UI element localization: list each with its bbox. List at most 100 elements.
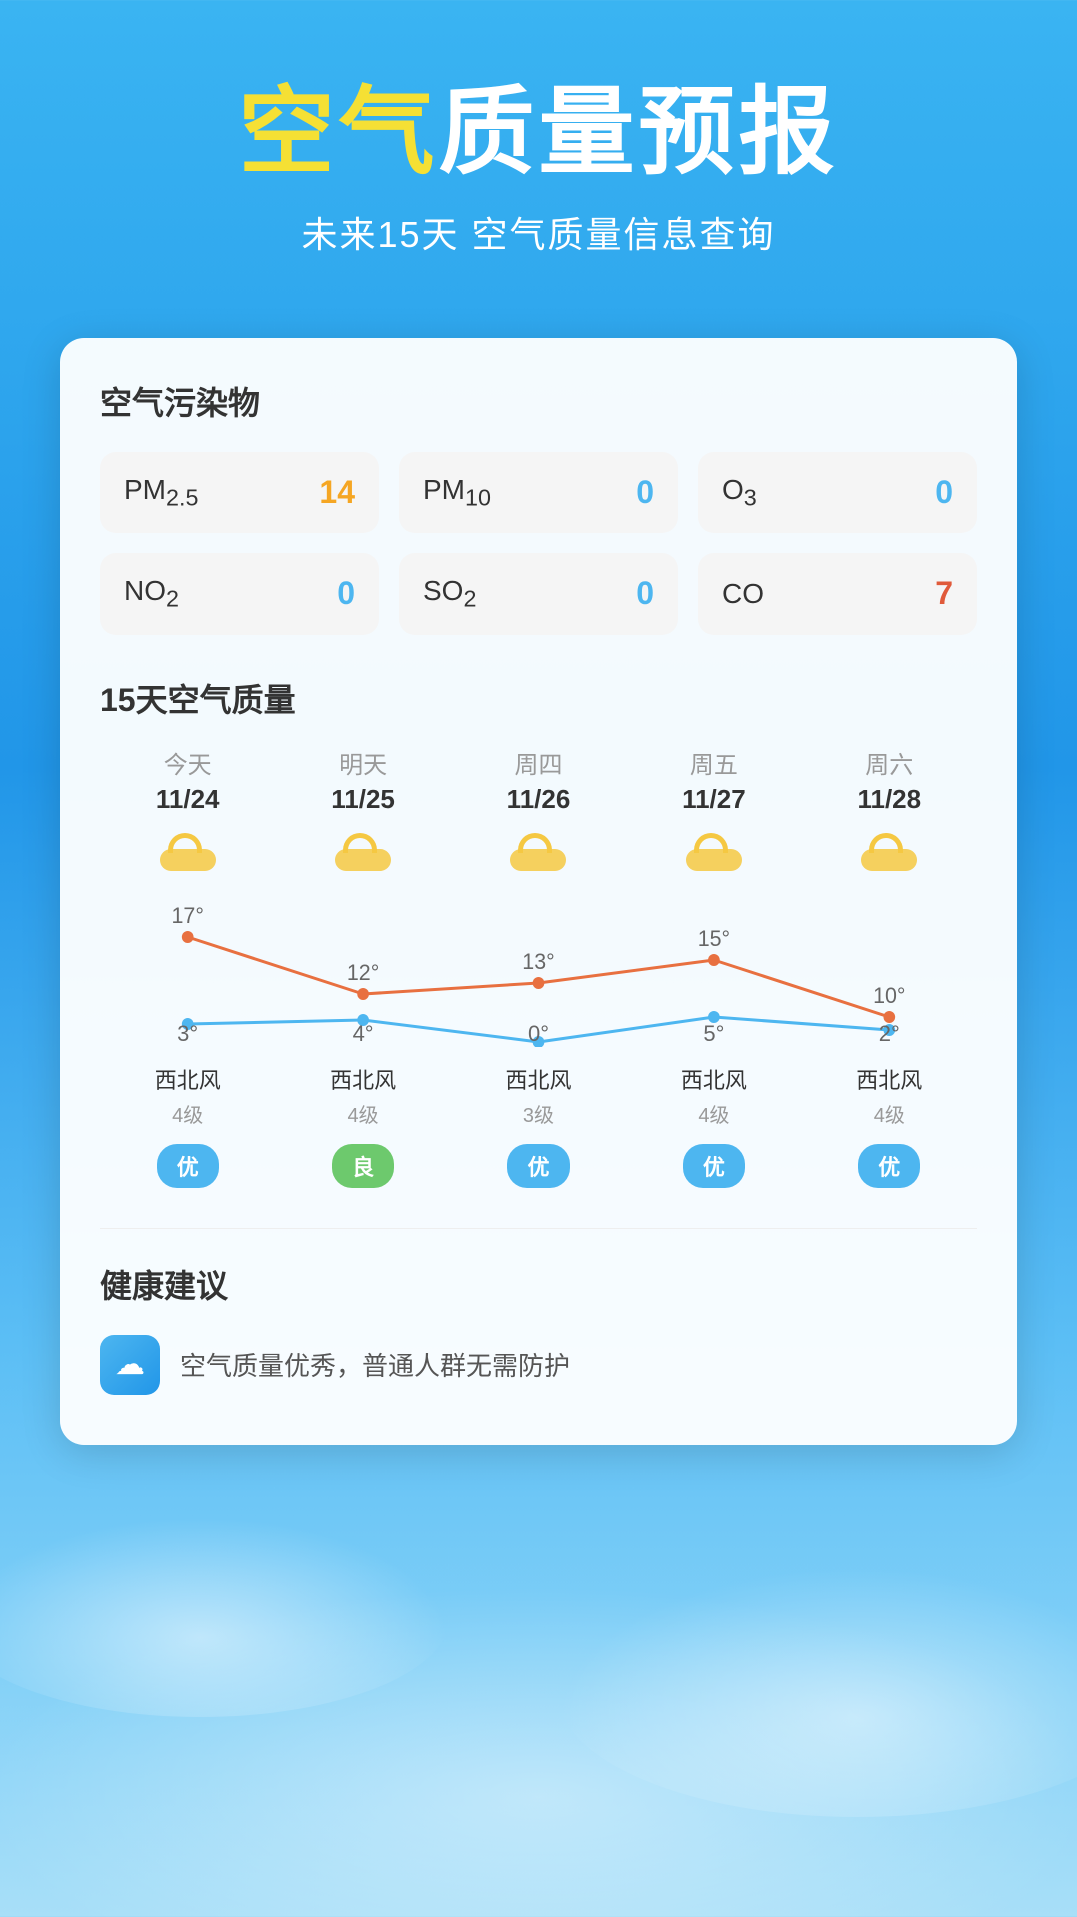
co-label: CO [722, 578, 764, 610]
day-label-2: 周四 [514, 745, 562, 780]
pm10-value: 0 [636, 474, 654, 511]
o3-value: 0 [935, 474, 953, 511]
day-col-2: 周四 11/26 [451, 745, 626, 831]
quality-badge-4: 优 [858, 1144, 920, 1188]
wind-level-1: 4级 [348, 1099, 379, 1128]
day-date-4: 11/28 [857, 784, 921, 815]
day-label-0: 今天 [164, 745, 212, 780]
day-label-4: 周六 [865, 745, 913, 780]
high-temp-label-4: 10° [873, 983, 905, 1008]
sun-cloud-4 [861, 831, 917, 871]
wind-col-3: 西北风 4级 优 [626, 1063, 801, 1188]
high-dot-1 [357, 988, 369, 1000]
sun-cloud-3 [686, 831, 742, 871]
quality-badge-1: 良 [332, 1144, 394, 1188]
pollutant-pm25: PM2.5 14 [100, 452, 379, 534]
wind-dir-2: 西北风 [505, 1063, 571, 1095]
cloud-base-2 [510, 849, 566, 871]
weather-icon-3 [684, 831, 744, 871]
high-dot-3 [708, 954, 720, 966]
temperature-chart: 17° 12° 13° 15° 10° 3° 4° 0° 5° 2° [100, 887, 977, 1047]
pollutant-co: CO 7 [698, 553, 977, 635]
high-temp-label-3: 15° [698, 926, 730, 951]
cloud-base-4 [861, 849, 917, 871]
low-label-4: 2° [802, 1021, 977, 1047]
no2-label: NO2 [124, 575, 179, 613]
o3-label: O3 [722, 474, 757, 512]
wind-dir-1: 西北风 [330, 1063, 396, 1095]
wind-dir-3: 西北风 [681, 1063, 747, 1095]
high-dot-0 [182, 931, 194, 943]
weather-icon-4 [859, 831, 919, 871]
cloud-decoration-1 [0, 1517, 450, 1717]
day-col-0: 今天 11/24 [100, 745, 275, 831]
pollutant-no2: NO2 0 [100, 553, 379, 635]
day-label-1: 明天 [339, 745, 387, 780]
day-date-0: 11/24 [156, 784, 220, 815]
low-label-0: 3° [100, 1021, 275, 1047]
pm25-value: 14 [319, 474, 355, 511]
weather-icon-0 [158, 831, 218, 871]
wind-level-2: 3级 [523, 1099, 554, 1128]
weather-icon-col-0 [100, 831, 275, 879]
wind-col-2: 西北风 3级 优 [451, 1063, 626, 1188]
pollutant-o3: O3 0 [698, 452, 977, 534]
wind-col-4: 西北风 4级 优 [802, 1063, 977, 1188]
forecast-grid: 今天 11/24 明天 11/25 周四 11/26 周五 11/27 周六 1… [100, 745, 977, 831]
pm25-label: PM2.5 [124, 474, 198, 512]
weather-icon-col-2 [451, 831, 626, 879]
sun-cloud-0 [160, 831, 216, 871]
main-title: 空气质量预报 [40, 80, 1037, 186]
cloud-base-1 [335, 849, 391, 871]
weather-icon-col-4 [802, 831, 977, 879]
weather-icon-col-1 [275, 831, 450, 879]
day-date-1: 11/25 [331, 784, 395, 815]
day-date-3: 11/27 [682, 784, 746, 815]
wind-col-0: 西北风 4级 优 [100, 1063, 275, 1188]
pollutants-section-title: 空气污染物 [100, 378, 977, 424]
wind-level-0: 4级 [172, 1099, 203, 1128]
wind-level-4: 4级 [874, 1099, 905, 1128]
pollutants-grid: PM2.5 14 PM10 0 O3 0 NO2 0 SO2 0 CO 7 [100, 452, 977, 635]
header: 空气质量预报 未来15天 空气质量信息查询 [0, 0, 1077, 298]
day-col-3: 周五 11/27 [626, 745, 801, 831]
main-card: 空气污染物 PM2.5 14 PM10 0 O3 0 NO2 0 SO2 0 C… [60, 338, 1017, 1445]
wind-dir-4: 西北风 [856, 1063, 922, 1095]
high-temp-label-2: 13° [522, 949, 554, 974]
weather-icon-1 [333, 831, 393, 871]
high-temp-label-0: 17° [171, 903, 203, 928]
wind-level-3: 4级 [698, 1099, 729, 1128]
low-temp-labels: 3° 4° 0° 5° 2° [100, 1021, 977, 1047]
forecast-section-title: 15天空气质量 [100, 675, 977, 721]
no2-value: 0 [337, 575, 355, 612]
wind-grid: 西北风 4级 优 西北风 4级 良 西北风 3级 优 西北风 4级 优 西北风 … [100, 1063, 977, 1188]
health-section: 健康建议 ☁ 空气质量优秀，普通人群无需防护 [100, 1228, 977, 1395]
high-dot-2 [533, 977, 545, 989]
pm10-label: PM10 [423, 474, 491, 512]
subtitle: 未来15天 空气质量信息查询 [40, 206, 1037, 258]
day-date-2: 11/26 [507, 784, 571, 815]
day-col-4: 周六 11/28 [802, 745, 977, 831]
cloud-base-3 [686, 849, 742, 871]
health-section-title: 健康建议 [100, 1261, 977, 1307]
sun-cloud-1 [335, 831, 391, 871]
cloud-decoration-2 [557, 1567, 1077, 1817]
weather-icons-row [100, 831, 977, 879]
quality-badge-2: 优 [507, 1144, 569, 1188]
quality-badge-3: 优 [683, 1144, 745, 1188]
high-temp-label-1: 12° [347, 960, 379, 985]
health-advice: 空气质量优秀，普通人群无需防护 [180, 1346, 570, 1383]
so2-label: SO2 [423, 575, 476, 613]
low-label-2: 0° [451, 1021, 626, 1047]
weather-icon-col-3 [626, 831, 801, 879]
wind-col-1: 西北风 4级 良 [275, 1063, 450, 1188]
so2-value: 0 [636, 575, 654, 612]
day-col-1: 明天 11/25 [275, 745, 450, 831]
cloud-icon: ☁ [115, 1347, 145, 1382]
health-icon: ☁ [100, 1335, 160, 1395]
quality-badge-0: 优 [157, 1144, 219, 1188]
sun-cloud-2 [510, 831, 566, 871]
low-label-3: 5° [626, 1021, 801, 1047]
weather-icon-2 [508, 831, 568, 871]
cloud-base-0 [160, 849, 216, 871]
